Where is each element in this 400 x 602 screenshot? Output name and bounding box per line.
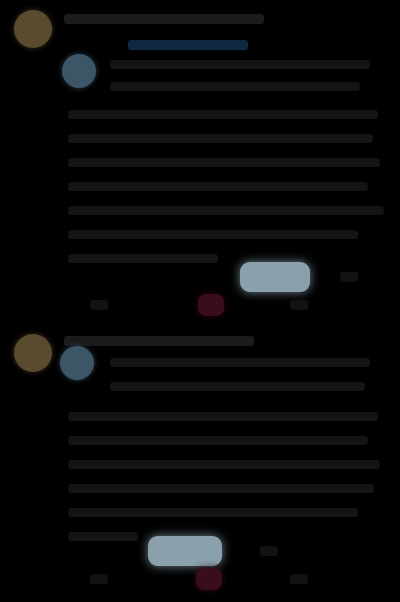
post-text-line <box>68 206 384 215</box>
post-card <box>0 0 400 326</box>
post-text-line <box>68 412 378 421</box>
author-name[interactable] <box>64 14 264 24</box>
post-text-line <box>110 60 370 69</box>
post-text-line <box>68 110 378 119</box>
post-text-line <box>110 382 365 391</box>
post-card <box>0 326 400 602</box>
post-text-line <box>68 134 373 143</box>
reply-avatar[interactable] <box>62 54 96 88</box>
author-avatar[interactable] <box>14 334 52 372</box>
like-icon[interactable] <box>198 294 224 316</box>
post-text-line <box>68 158 380 167</box>
post-text-line <box>68 254 218 263</box>
more-icon[interactable] <box>260 546 278 556</box>
author-avatar[interactable] <box>14 10 52 48</box>
share-icon[interactable] <box>290 574 308 584</box>
post-text-line <box>68 230 358 239</box>
post-text-line <box>68 182 368 191</box>
post-text-line <box>68 532 138 541</box>
reply-icon[interactable] <box>90 300 108 310</box>
post-text-line <box>110 82 360 91</box>
action-button[interactable] <box>240 262 310 292</box>
post-text-line <box>68 484 374 493</box>
author-handle-link[interactable] <box>128 40 248 50</box>
reply-icon[interactable] <box>90 574 108 584</box>
author-name[interactable] <box>64 336 254 346</box>
action-button[interactable] <box>148 536 222 566</box>
post-text-line <box>68 436 368 445</box>
reply-avatar[interactable] <box>60 346 94 380</box>
more-icon[interactable] <box>340 272 358 282</box>
like-icon[interactable] <box>196 568 222 590</box>
post-text-line <box>68 460 380 469</box>
post-text-line <box>68 508 358 517</box>
post-text-line <box>110 358 370 367</box>
share-icon[interactable] <box>290 300 308 310</box>
